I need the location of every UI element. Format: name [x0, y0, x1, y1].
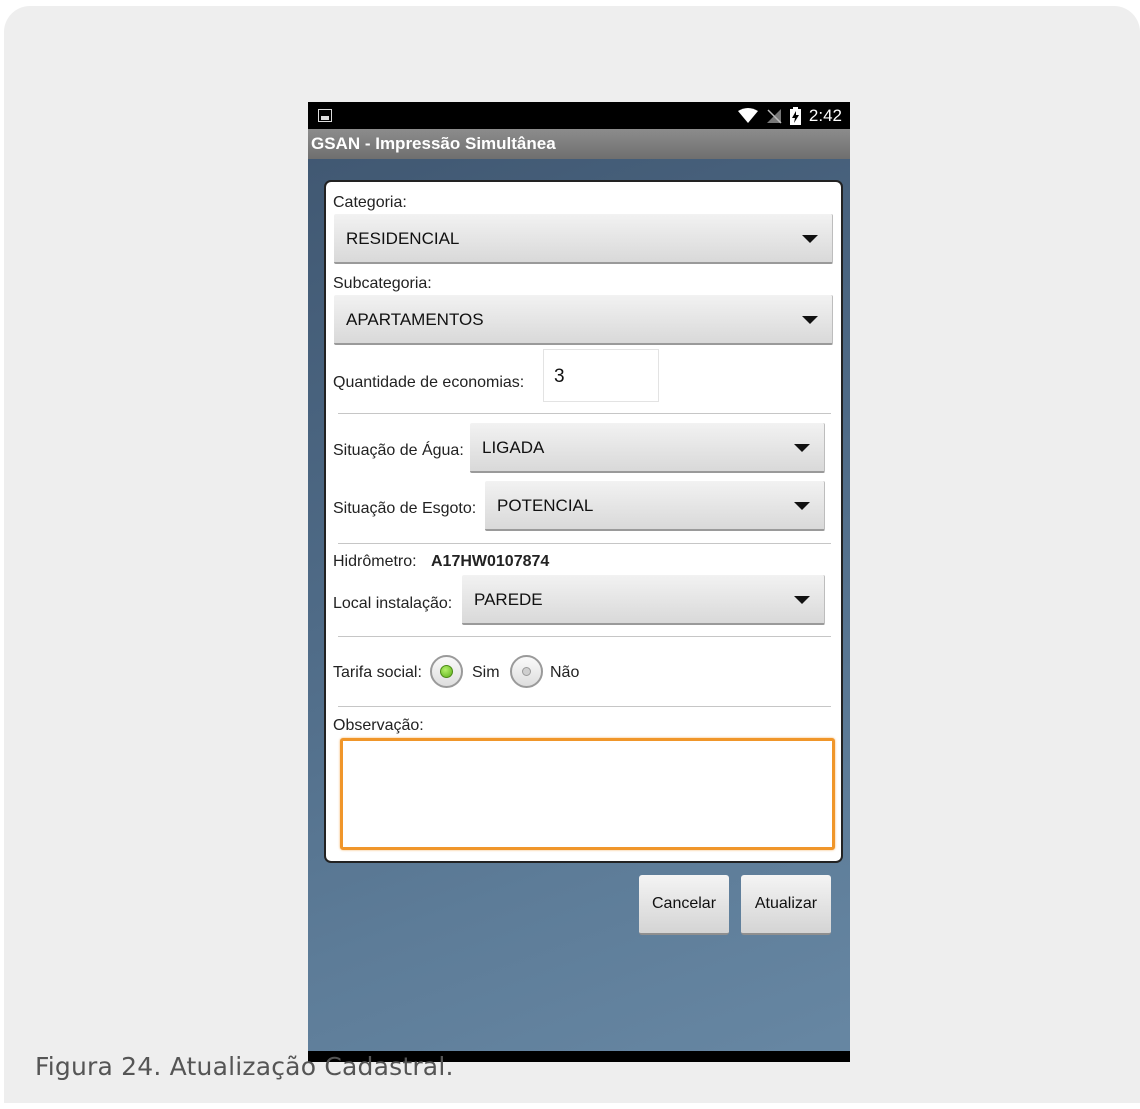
tarifa-sim-radio[interactable]: [430, 655, 463, 688]
tarifa-social-label: Tarifa social:: [333, 664, 422, 681]
categoria-label: Categoria:: [333, 194, 407, 211]
wifi-icon: [737, 108, 758, 123]
dropdown-arrow-icon: [802, 235, 818, 243]
divider: [338, 543, 831, 544]
categoria-value: RESIDENCIAL: [346, 229, 460, 248]
update-button[interactable]: Atualizar: [741, 875, 831, 935]
phone-screen: 2:42 GSAN - Impressão Simultânea Categor…: [308, 102, 850, 1062]
agua-value: LIGADA: [482, 438, 545, 457]
tarifa-nao-label[interactable]: Não: [550, 664, 579, 682]
app-title: GSAN - Impressão Simultânea: [308, 129, 850, 159]
subcategoria-label: Subcategoria:: [333, 275, 432, 292]
local-instalacao-dropdown[interactable]: PAREDE: [462, 575, 825, 625]
categoria-dropdown[interactable]: RESIDENCIAL: [334, 214, 833, 264]
tarifa-nao-radio[interactable]: [510, 655, 543, 688]
divider: [338, 413, 831, 414]
divider: [338, 636, 831, 637]
tarifa-sim-label[interactable]: Sim: [472, 664, 500, 682]
cancel-button[interactable]: Cancelar: [639, 875, 729, 935]
agua-dropdown[interactable]: LIGADA: [470, 423, 825, 473]
subcategoria-dropdown[interactable]: APARTAMENTOS: [334, 295, 833, 345]
local-instalacao-label: Local instalação:: [333, 595, 453, 612]
figure-caption: Figura 24. Atualização Cadastral.: [35, 1052, 454, 1081]
dropdown-arrow-icon: [802, 316, 818, 324]
battery-charging-icon: [789, 107, 801, 125]
divider: [338, 706, 831, 707]
quantidade-label: Quantidade de economias:: [333, 374, 525, 391]
local-instalacao-value: PAREDE: [474, 590, 543, 609]
observacao-textarea[interactable]: [340, 738, 835, 850]
esgoto-label: Situação de Esgoto:: [333, 500, 477, 517]
clock: 2:42: [808, 106, 842, 125]
esgoto-dropdown[interactable]: POTENCIAL: [485, 481, 825, 531]
agua-label: Situação de Água:: [333, 442, 464, 459]
subcategoria-value: APARTAMENTOS: [346, 310, 484, 329]
dropdown-arrow-icon: [794, 596, 810, 604]
form-card: Categoria: RESIDENCIAL Subcategoria: APA…: [324, 180, 843, 863]
dropdown-arrow-icon: [794, 502, 810, 510]
dropdown-arrow-icon: [794, 444, 810, 452]
observacao-label: Observação:: [333, 717, 424, 734]
status-bar: 2:42: [308, 102, 850, 129]
no-signal-icon: [766, 109, 782, 124]
esgoto-value: POTENCIAL: [497, 496, 594, 515]
hidrometro-value: A17HW0107874: [431, 553, 550, 570]
quantidade-input[interactable]: 3: [543, 349, 659, 402]
hidrometro-label: Hidrômetro:: [333, 553, 417, 570]
image-notification-icon: [318, 109, 332, 122]
